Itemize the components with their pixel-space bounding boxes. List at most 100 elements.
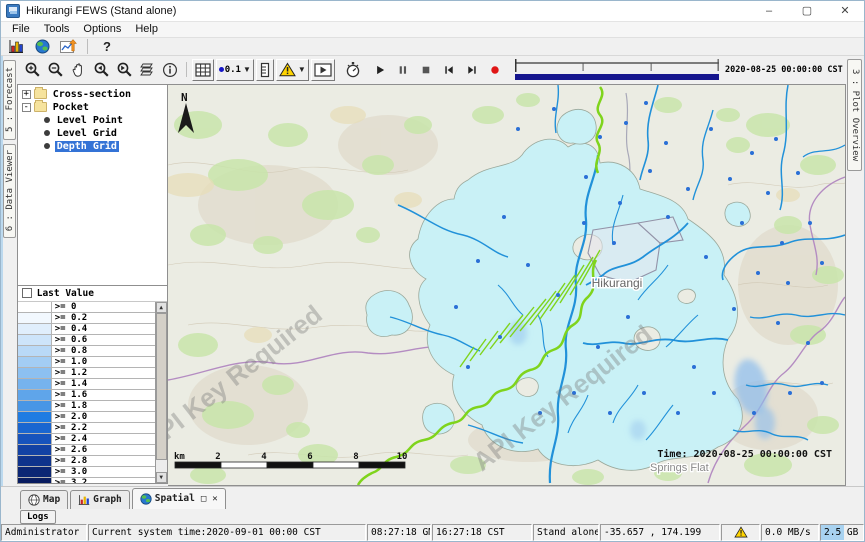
- help-button[interactable]: ?: [96, 38, 118, 55]
- legend-row[interactable]: >= 0: [18, 302, 155, 313]
- tree-item-level-grid[interactable]: Level Grid: [18, 127, 167, 140]
- menu-tools[interactable]: Tools: [37, 23, 77, 35]
- legend-row[interactable]: >= 0.4: [18, 324, 155, 335]
- tab-graph[interactable]: Graph: [70, 490, 130, 509]
- spatial-display-button[interactable]: [31, 38, 53, 55]
- stop-button[interactable]: [415, 58, 438, 81]
- last-value-checkbox[interactable]: [22, 288, 32, 298]
- status-memory: 2.5 GB: [820, 524, 864, 541]
- legend-panel: Last Value >= 0 >= 0.2 >= 0.4 >= 0.6 >= …: [17, 286, 168, 484]
- play-button[interactable]: [369, 58, 392, 81]
- dot-size-button[interactable]: 0.1 ▼: [216, 59, 254, 81]
- hand-icon: [70, 62, 86, 78]
- legend-row[interactable]: >= 0.6: [18, 335, 155, 346]
- bar-chart-icon: [78, 494, 90, 506]
- tree-item-level-point[interactable]: Level Point: [18, 114, 167, 127]
- legend-swatch: [18, 456, 52, 466]
- legend-row[interactable]: >= 2.0: [18, 412, 155, 423]
- animation-button[interactable]: [311, 59, 335, 81]
- layers-icon: [138, 62, 156, 78]
- legend-row[interactable]: >= 3.2: [18, 478, 155, 483]
- skip-end-icon: [465, 63, 479, 77]
- scroll-up-icon[interactable]: ▲: [156, 302, 167, 313]
- stop-icon: [419, 63, 433, 77]
- menu-options[interactable]: Options: [76, 23, 128, 35]
- status-warning[interactable]: [721, 524, 760, 541]
- go-first-button[interactable]: [438, 58, 461, 81]
- info-button[interactable]: [159, 58, 182, 81]
- profile-button[interactable]: [256, 59, 274, 81]
- close-button[interactable]: ✕: [826, 1, 864, 21]
- app-window: Hikurangi FEWS (Stand alone) – ▢ ✕ File …: [0, 0, 865, 542]
- tab-map[interactable]: Map: [20, 490, 68, 509]
- go-last-button[interactable]: [461, 58, 484, 81]
- current-time-display: 2020-08-25 00:00:00 CST: [725, 65, 843, 75]
- legend-row[interactable]: >= 0.2: [18, 313, 155, 324]
- legend-swatch: [18, 302, 52, 312]
- status-coordinates: -35.657 , 174.199: [600, 524, 720, 541]
- map-canvas[interactable]: API Key Required API Key Required Hikura…: [168, 84, 846, 486]
- grid-display-button[interactable]: [192, 59, 214, 81]
- info-icon: [162, 62, 178, 78]
- map-time-label: Time: 2020-08-25 00:00:00 CST: [657, 448, 832, 460]
- legend-row[interactable]: >= 2.6: [18, 445, 155, 456]
- status-user: Administrator: [1, 524, 87, 541]
- legend-row[interactable]: >= 1.8: [18, 401, 155, 412]
- left-tab-strip: 5 : Forecast 6 : Data Viewer: [1, 56, 17, 486]
- status-download-rate: 0.0 MB/s: [761, 524, 819, 541]
- svg-text:N: N: [181, 91, 188, 104]
- maximize-button[interactable]: ▢: [788, 1, 826, 21]
- minimize-button[interactable]: –: [750, 1, 788, 21]
- legend-scrollbar[interactable]: ▲ ▼: [155, 302, 167, 483]
- legend-row[interactable]: >= 0.8: [18, 346, 155, 357]
- tab-spatial[interactable]: Spatial □ ✕: [132, 488, 226, 509]
- legend-row[interactable]: >= 2.2: [18, 423, 155, 434]
- town-label: Hikurangi: [591, 276, 642, 290]
- legend-swatch: [18, 390, 52, 400]
- tree-item-pocket[interactable]: - Pocket: [18, 101, 167, 114]
- collapse-icon[interactable]: -: [22, 103, 31, 112]
- globe-icon: [140, 493, 152, 505]
- menu-file[interactable]: File: [5, 23, 37, 35]
- time-slider[interactable]: [515, 59, 719, 81]
- legend-table: >= 0 >= 0.2 >= 0.4 >= 0.6 >= 0.8 >= 1.0 …: [18, 302, 155, 483]
- zoom-previous-button[interactable]: [90, 58, 113, 81]
- legend-row[interactable]: >= 2.8: [18, 456, 155, 467]
- legend-row[interactable]: >= 2.4: [18, 434, 155, 445]
- scrollbar-thumb[interactable]: [156, 313, 167, 460]
- thresholds-button[interactable]: ▼: [276, 59, 309, 81]
- tree-item-cross-section[interactable]: + Cross-section: [18, 88, 167, 101]
- tab-maximize-icon[interactable]: □: [201, 494, 206, 504]
- timestep-button[interactable]: [342, 58, 365, 81]
- zoom-in-icon: [24, 61, 41, 78]
- layers-button[interactable]: [136, 58, 159, 81]
- legend-title: Last Value: [37, 288, 94, 299]
- legend-row[interactable]: >= 1.6: [18, 390, 155, 401]
- tab-forecast[interactable]: 5 : Forecast: [3, 60, 16, 140]
- data-display-button[interactable]: [57, 38, 79, 55]
- zoom-in-button[interactable]: [21, 58, 44, 81]
- chart-arrow-icon: [60, 39, 77, 54]
- scroll-down-icon[interactable]: ▼: [156, 472, 167, 483]
- legend-row[interactable]: >= 1.0: [18, 357, 155, 368]
- expand-icon[interactable]: +: [22, 90, 31, 99]
- tree-item-depth-grid[interactable]: Depth Grid: [18, 140, 167, 153]
- menu-help[interactable]: Help: [128, 23, 165, 35]
- legend-swatch: [18, 423, 52, 433]
- tab-close-icon[interactable]: ✕: [212, 494, 217, 504]
- logs-tab[interactable]: Logs: [20, 510, 56, 524]
- zoom-back-icon: [93, 61, 110, 78]
- pan-button[interactable]: [67, 58, 90, 81]
- tab-plot-overview[interactable]: 3 : Plot Overview: [847, 59, 862, 171]
- legend-row[interactable]: >= 3.0: [18, 467, 155, 478]
- pause-button[interactable]: [392, 58, 415, 81]
- window-title: Hikurangi FEWS (Stand alone): [26, 5, 176, 17]
- statistics-button[interactable]: [5, 38, 27, 55]
- chevron-down-icon: ▼: [298, 65, 306, 74]
- record-button[interactable]: [484, 58, 507, 81]
- zoom-next-button[interactable]: [113, 58, 136, 81]
- legend-row[interactable]: >= 1.2: [18, 368, 155, 379]
- tab-data-viewer[interactable]: 6 : Data Viewer: [3, 144, 16, 238]
- zoom-out-button[interactable]: [44, 58, 67, 81]
- legend-row[interactable]: >= 1.4: [18, 379, 155, 390]
